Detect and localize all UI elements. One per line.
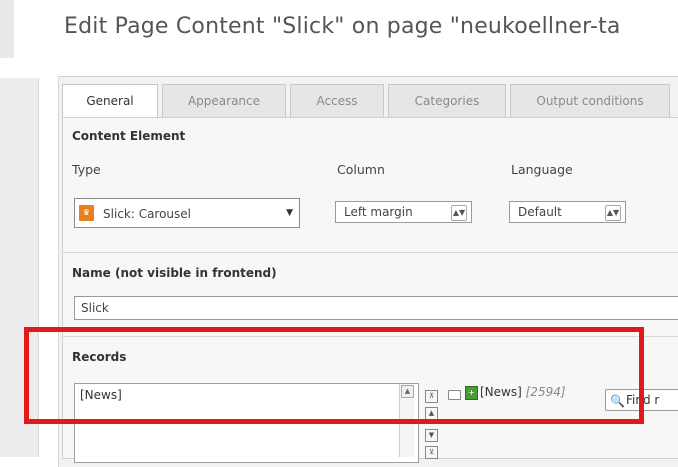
move-up-button[interactable]: ▲ — [425, 407, 438, 420]
record-browse-link[interactable]: [News] [2594] — [480, 385, 566, 399]
chevron-down-icon: ▼ — [286, 208, 293, 218]
type-select-value: Slick: Carousel — [103, 207, 192, 221]
page-title: Edit Page Content "Slick" on page "neuko… — [64, 14, 621, 39]
tab-access[interactable]: Access — [290, 84, 384, 117]
content-element-heading: Content Element — [72, 129, 186, 143]
select-stepper-icon: ▲▼ — [605, 205, 621, 221]
records-heading: Records — [72, 350, 127, 364]
name-input[interactable]: Slick — [74, 296, 678, 320]
section-divider — [63, 336, 678, 337]
column-label: Column — [337, 162, 385, 177]
tab-general[interactable]: General — [62, 84, 158, 119]
find-records-button[interactable]: 🔍 Find r — [605, 389, 678, 411]
name-heading: Name (not visible in frontend) — [72, 266, 277, 280]
column-select[interactable]: Left margin ▲▼ — [335, 201, 472, 223]
scroll-up-arrow-icon[interactable]: ▲ — [401, 385, 414, 398]
tab-categories[interactable]: Categories — [388, 84, 506, 117]
records-selected-list[interactable]: [News] — [74, 383, 419, 463]
tab-appearance[interactable]: Appearance — [162, 84, 286, 117]
database-icon[interactable]: + — [465, 386, 478, 400]
type-select[interactable]: ♛ Slick: Carousel ▼ — [74, 198, 300, 228]
record-browse-label[interactable]: [News] — [480, 385, 522, 399]
language-select[interactable]: Default ▲▼ — [509, 201, 626, 223]
section-divider — [63, 252, 678, 253]
select-stepper-icon: ▲▼ — [451, 205, 467, 221]
type-label: Type — [72, 162, 101, 177]
find-records-label: Find r — [626, 393, 660, 407]
move-top-button[interactable]: ⊼ — [425, 390, 438, 403]
move-down-button[interactable]: ▼ — [425, 429, 438, 442]
record-browse-id: [2594] — [525, 385, 566, 399]
column-select-value: Left margin — [344, 205, 413, 219]
list-item[interactable]: [News] — [80, 388, 413, 402]
content-plugin-icon: ♛ — [79, 205, 94, 221]
language-label: Language — [511, 162, 573, 177]
language-select-value: Default — [518, 205, 562, 219]
folder-icon[interactable] — [448, 390, 461, 400]
tab-output-conditions[interactable]: Output conditions — [510, 84, 670, 117]
left-strip-top — [0, 0, 14, 58]
move-bottom-button[interactable]: ⊻ — [425, 446, 438, 459]
magnifier-icon: 🔍 — [610, 394, 625, 408]
left-strip — [0, 78, 39, 457]
records-scrollbar[interactable]: ▲ — [399, 384, 414, 457]
